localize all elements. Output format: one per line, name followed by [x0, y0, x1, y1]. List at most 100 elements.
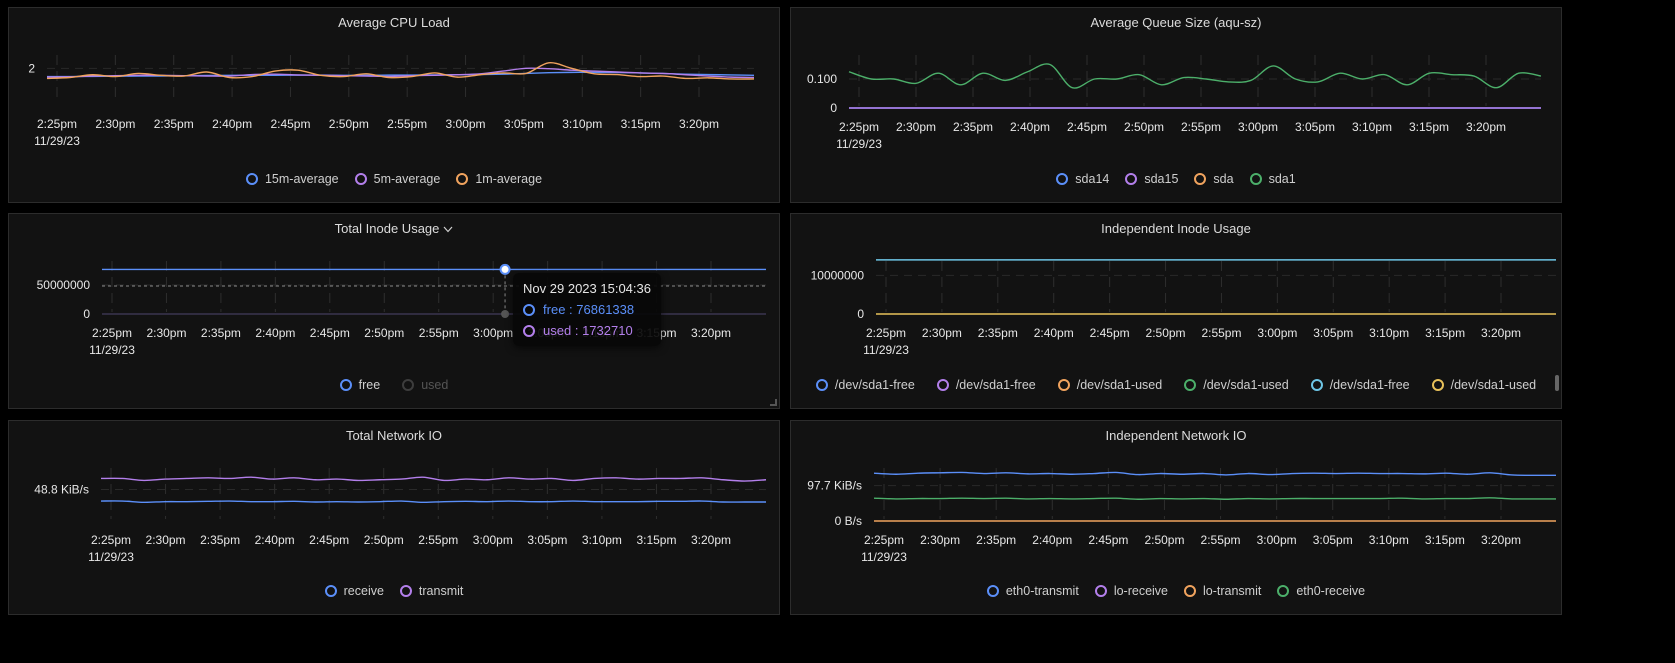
legend-marker-icon — [1184, 585, 1196, 597]
x-tick-label: 2:40pm — [255, 533, 295, 547]
x-date-label: 11/29/23 — [88, 550, 134, 564]
legend-item[interactable]: sda1 — [1249, 172, 1296, 186]
x-tick-label: 2:25pm — [92, 326, 132, 340]
legend-marker-icon — [1094, 585, 1107, 597]
legend-label: eth0-transmit — [1005, 584, 1079, 598]
x-tick-label: 2:25pm — [37, 117, 77, 131]
legend-label: sda14 — [1075, 172, 1110, 186]
panel-total-inode: Total Inode Usage 50000000 0 2:25pm 2:30pm 2:… — [8, 213, 780, 409]
legend-label: 1m-average — [475, 172, 543, 186]
legend-item[interactable]: sda — [1194, 172, 1234, 186]
x-tick-label: 2:40pm — [1010, 120, 1050, 134]
panel-total-network: Total Network IO 48.8 KiB/s 2:25pm 2:30pm 2:… — [8, 420, 780, 615]
legend-item[interactable]: /dev/sda1-used — [1431, 378, 1537, 392]
x-tick-label: 3:00pm — [1238, 120, 1278, 134]
legend-marker-icon — [456, 173, 469, 185]
legend-item[interactable]: /dev/sda1-free — [1310, 378, 1410, 392]
legend-item[interactable]: lo-receive — [1094, 584, 1168, 598]
x-tick-label: 3:00pm — [473, 533, 513, 547]
x-tick-label: 3:00pm — [1257, 533, 1297, 547]
legend-item[interactable]: free — [339, 378, 380, 392]
x-tick-label: 2:40pm — [1034, 326, 1074, 340]
panel-cpu-load: Average CPU Load 2 2:25pm 2:30pm 2:35pm 2:40p… — [8, 7, 780, 203]
series-line-sda1[interactable] — [848, 63, 1542, 89]
legend-item[interactable]: 15m-average — [245, 172, 339, 186]
legend-item[interactable]: /dev/sda1-free — [936, 378, 1036, 392]
legend-label: /dev/sda1-used — [1076, 378, 1163, 392]
legend-item[interactable]: 1m-average — [456, 172, 542, 186]
legend-item[interactable]: sda14 — [1056, 172, 1109, 186]
legend-item[interactable]: eth0-transmit — [986, 584, 1079, 598]
legend-item[interactable]: /dev/sda1-free — [815, 378, 915, 392]
x-tick-label: 3:15pm — [636, 533, 676, 547]
y-tick-label: 0 — [857, 307, 864, 321]
legend-item[interactable]: /dev/sda1-used — [1184, 378, 1289, 392]
legend-label: eth0-receive — [1296, 584, 1366, 598]
legend-label: /dev/sda1-used — [1450, 378, 1537, 392]
legend-label: /dev/sda1-used — [1203, 378, 1289, 392]
x-tick-label: 3:00pm — [446, 117, 486, 131]
series-line-eth0-transmit[interactable] — [873, 471, 1557, 477]
legend-label: 15m-average — [264, 172, 339, 186]
x-date-label: 11/29/23 — [34, 134, 80, 148]
x-tick-label: 2:40pm — [255, 326, 295, 340]
legend-label: sda — [1213, 172, 1234, 186]
legend-marker-icon — [815, 379, 828, 391]
legend-label: transmit — [418, 584, 464, 598]
x-tick-label: 2:35pm — [201, 326, 241, 340]
y-tick-label: 0 — [830, 101, 837, 115]
legend-marker-icon — [1125, 173, 1138, 185]
legend-marker-icon — [1194, 173, 1207, 185]
legend-label: /dev/sda1-free — [834, 378, 915, 392]
x-tick-label: 2:35pm — [978, 326, 1018, 340]
x-tick-label: 3:00pm — [1257, 326, 1297, 340]
hover-point-free[interactable] — [499, 263, 511, 275]
legend: eth0-transmit lo-receive lo-transmit eth0-r… — [791, 584, 1561, 598]
x-tick-label: 3:05pm — [1295, 120, 1335, 134]
x-tick-label: 2:55pm — [387, 117, 427, 131]
legend-item[interactable]: transmit — [399, 584, 464, 598]
legend-marker-icon — [339, 379, 352, 391]
series-line-transmit[interactable] — [100, 476, 767, 482]
x-tick-label: 3:20pm — [691, 533, 731, 547]
x-tick-label: 3:20pm — [1481, 326, 1521, 340]
legend-label: used — [421, 378, 449, 392]
x-tick-label: 3:10pm — [562, 117, 602, 131]
legend-marker-icon — [1184, 379, 1197, 391]
legend-marker-icon — [1056, 173, 1069, 185]
legend-label: receive — [343, 584, 384, 598]
tooltip-row-label: used : 1732710 — [543, 323, 633, 339]
legend-item[interactable]: used — [402, 378, 448, 392]
legend-item[interactable]: lo-transmit — [1184, 584, 1261, 598]
grid — [47, 55, 754, 103]
legend-marker-icon — [399, 585, 412, 597]
legend-item[interactable]: eth0-receive — [1277, 584, 1365, 598]
legend-item[interactable]: receive — [324, 584, 384, 598]
legend-marker-icon — [1277, 585, 1290, 597]
legend: receive transmit — [9, 584, 779, 598]
legend-item[interactable]: 5m-average — [354, 172, 440, 186]
tooltip-row: free : 76861338 — [523, 302, 651, 317]
x-tick-label: 2:40pm — [212, 117, 252, 131]
legend-label: sda1 — [1268, 172, 1296, 186]
x-tick-label: 3:10pm — [1369, 326, 1409, 340]
series-line-eth0-receive[interactable] — [873, 497, 1556, 500]
x-tick-label: 3:05pm — [527, 533, 567, 547]
legend-label: /dev/sda1-free — [1329, 378, 1410, 392]
legend: 15m-average 5m-average 1m-average — [9, 172, 779, 186]
x-tick-label: 2:55pm — [1201, 533, 1241, 547]
x-tick-label: 2:30pm — [95, 117, 135, 131]
x-tick-label: 2:45pm — [270, 117, 310, 131]
series-line-receive[interactable] — [100, 500, 766, 504]
y-tick-label: 50000000 — [37, 278, 91, 292]
legend-item[interactable]: sda15 — [1125, 172, 1178, 186]
x-tick-label: 2:25pm — [839, 120, 879, 134]
y-tick-label: 10000000 — [811, 268, 865, 282]
legend-item[interactable]: /dev/sda1-used — [1057, 378, 1163, 392]
x-tick-label: 2:50pm — [1144, 533, 1184, 547]
legend-label: lo-receive — [1113, 584, 1168, 598]
tooltip-row-label: free : 76861338 — [543, 302, 635, 318]
x-date-label: 11/29/23 — [89, 343, 135, 357]
grid — [874, 468, 1556, 522]
x-tick-label: 2:45pm — [1067, 120, 1107, 134]
